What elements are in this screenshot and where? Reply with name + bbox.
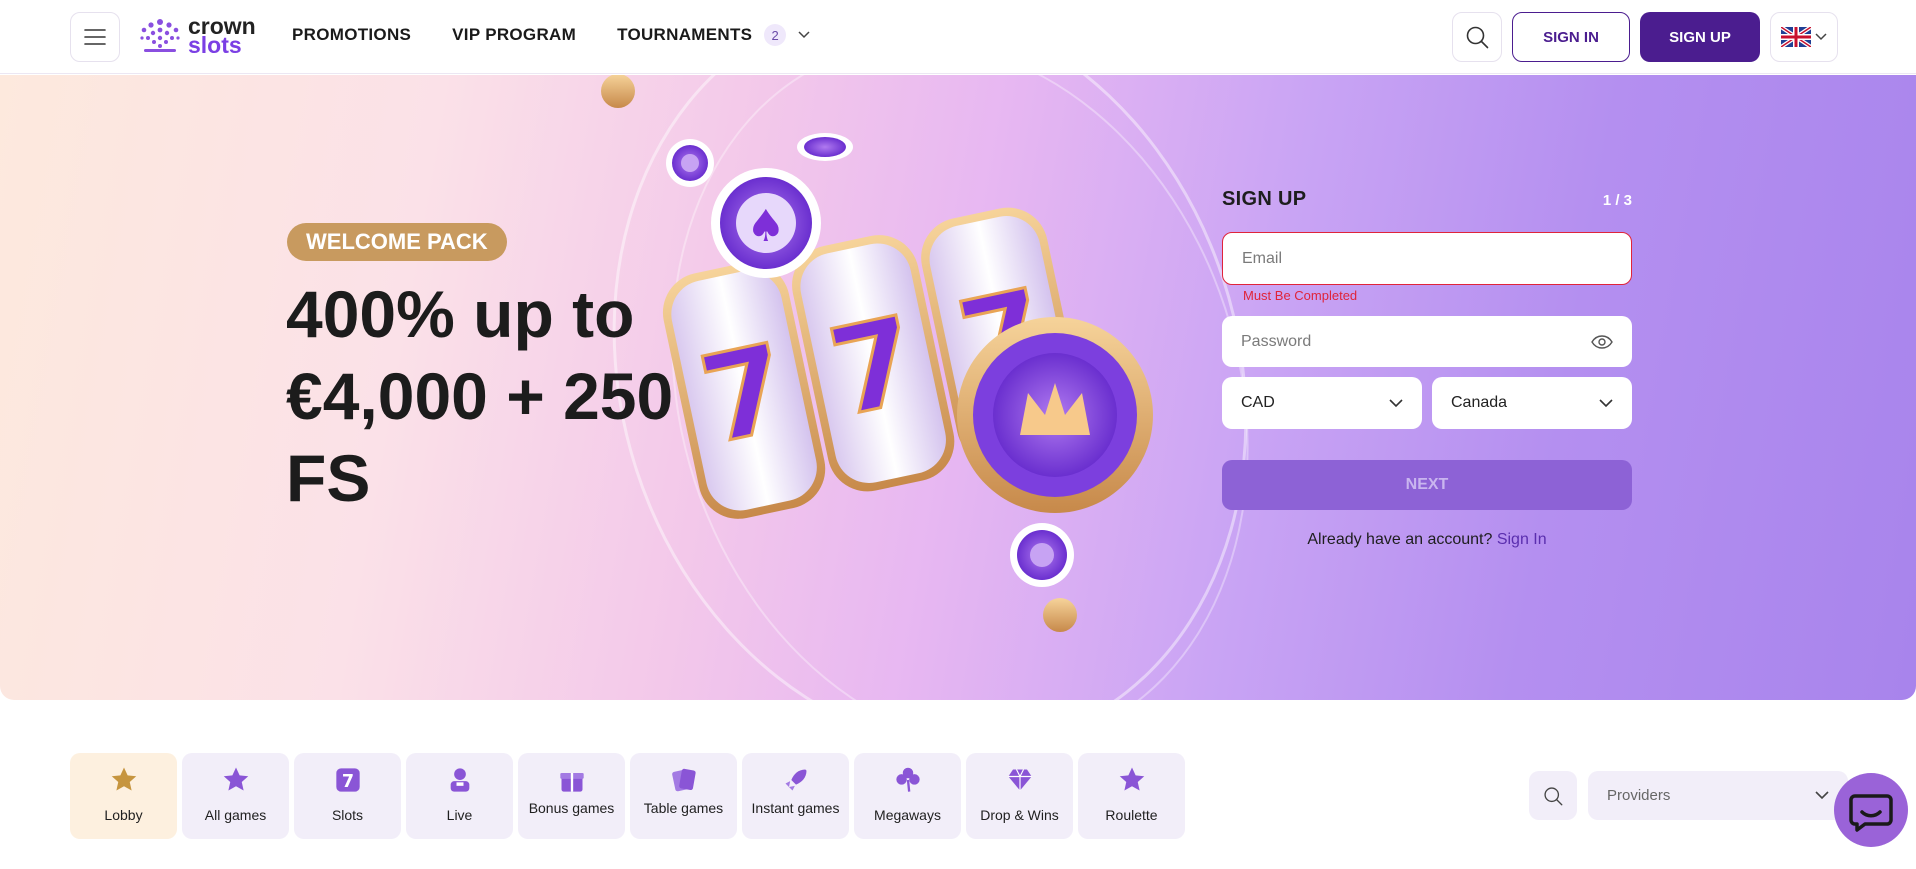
slot-machine-illustration: 7 7 7 ♠ <box>601 75 1153 632</box>
cards-icon <box>671 768 696 792</box>
tournaments-count-badge: 2 <box>764 24 787 46</box>
svg-text:♠: ♠ <box>746 201 785 252</box>
site-header: crown slots PROMOTIONS VIP PROGRAM TOURN… <box>0 0 1916 74</box>
main-nav: PROMOTIONS VIP PROGRAM TOURNAMENTS 2 <box>292 24 851 46</box>
search-button[interactable] <box>1452 12 1502 62</box>
language-selector[interactable] <box>1770 12 1838 62</box>
category-roulette[interactable]: Roulette <box>1078 753 1185 839</box>
clover-icon <box>895 767 920 792</box>
email-placeholder: Email <box>1242 249 1283 267</box>
hero-banner: WELCOME PACK 400% up to €4,000 + 250 FS <box>0 75 1916 700</box>
spade-chip-icon: ♠ <box>711 168 821 278</box>
sign-up-button[interactable]: SIGN UP <box>1640 12 1760 62</box>
crown-logo-icon <box>140 19 180 52</box>
signup-step-indicator: 1 / 3 <box>1602 192 1632 209</box>
dealer-icon <box>450 768 469 792</box>
category-slots[interactable]: 7 Slots <box>294 753 401 839</box>
category-live[interactable]: Live <box>406 753 513 839</box>
password-placeholder: Password <box>1241 332 1312 350</box>
chip-icon <box>1010 523 1074 587</box>
welcome-pack-badge: WELCOME PACK <box>287 223 507 261</box>
category-instant-games[interactable]: Instant games <box>742 753 849 839</box>
signup-form-title: SIGN UP <box>1222 188 1307 210</box>
sign-in-link[interactable]: Sign In <box>1497 531 1547 548</box>
search-icon <box>1544 786 1563 805</box>
providers-select[interactable]: Providers <box>1588 771 1848 820</box>
email-field[interactable]: Email <box>1222 232 1632 285</box>
category-bonus-games[interactable]: Bonus games <box>518 753 625 839</box>
gift-icon <box>559 773 584 792</box>
category-drop-and-wins[interactable]: Drop & Wins <box>966 753 1073 839</box>
next-button[interactable]: NEXT <box>1222 460 1632 510</box>
star-icon <box>111 767 136 791</box>
diamond-icon <box>1007 769 1032 791</box>
category-all-games[interactable]: All games <box>182 753 289 839</box>
chevron-down-icon <box>1815 33 1827 41</box>
logo[interactable]: crown slots <box>138 14 256 58</box>
game-categories: Lobby All games 7 Slots Live Bonus games… <box>70 753 1185 839</box>
country-select[interactable]: Canada <box>1432 377 1632 429</box>
sign-in-button[interactable]: SIGN IN <box>1512 12 1630 62</box>
nav-vip-program[interactable]: VIP PROGRAM <box>452 25 576 45</box>
providers-placeholder: Providers <box>1607 787 1671 804</box>
email-error-message: Must Be Completed <box>1243 288 1358 303</box>
category-lobby[interactable]: Lobby <box>70 753 177 839</box>
chat-icon <box>1849 794 1893 832</box>
svg-text:7: 7 <box>341 772 353 792</box>
eye-icon[interactable] <box>1591 334 1613 349</box>
chevron-down-icon <box>1815 791 1829 800</box>
chevron-down-icon <box>1389 398 1403 407</box>
category-megaways[interactable]: Megaways <box>854 753 961 839</box>
category-table-games[interactable]: Table games <box>630 753 737 839</box>
hamburger-icon <box>84 29 106 45</box>
coin-icon <box>1043 598 1077 632</box>
currency-select[interactable]: CAD <box>1222 377 1422 429</box>
nav-promotions[interactable]: PROMOTIONS <box>292 25 411 45</box>
logo-text-slots: slots <box>188 32 242 58</box>
seven-icon: 7 <box>335 768 360 792</box>
crown-chip-icon <box>957 317 1153 513</box>
rocket-icon <box>785 769 806 791</box>
have-account-text: Already have an account? Sign In <box>1307 531 1547 548</box>
country-value: Canada <box>1451 394 1508 411</box>
star-icon <box>223 767 248 791</box>
currency-value: CAD <box>1241 394 1275 411</box>
chevron-down-icon <box>1599 398 1613 407</box>
menu-button[interactable] <box>70 12 120 62</box>
provider-search-button[interactable] <box>1529 771 1577 820</box>
uk-flag-icon <box>1781 27 1811 47</box>
nav-tournaments[interactable]: TOURNAMENTS 2 <box>617 24 810 46</box>
chip-icon <box>666 139 714 187</box>
star-icon <box>1119 767 1144 791</box>
live-chat-button[interactable] <box>1834 773 1908 847</box>
chevron-down-icon <box>798 31 810 39</box>
coin-icon <box>601 75 635 108</box>
search-icon <box>1466 26 1489 49</box>
password-field[interactable]: Password <box>1222 316 1632 367</box>
chip-icon <box>797 133 853 161</box>
